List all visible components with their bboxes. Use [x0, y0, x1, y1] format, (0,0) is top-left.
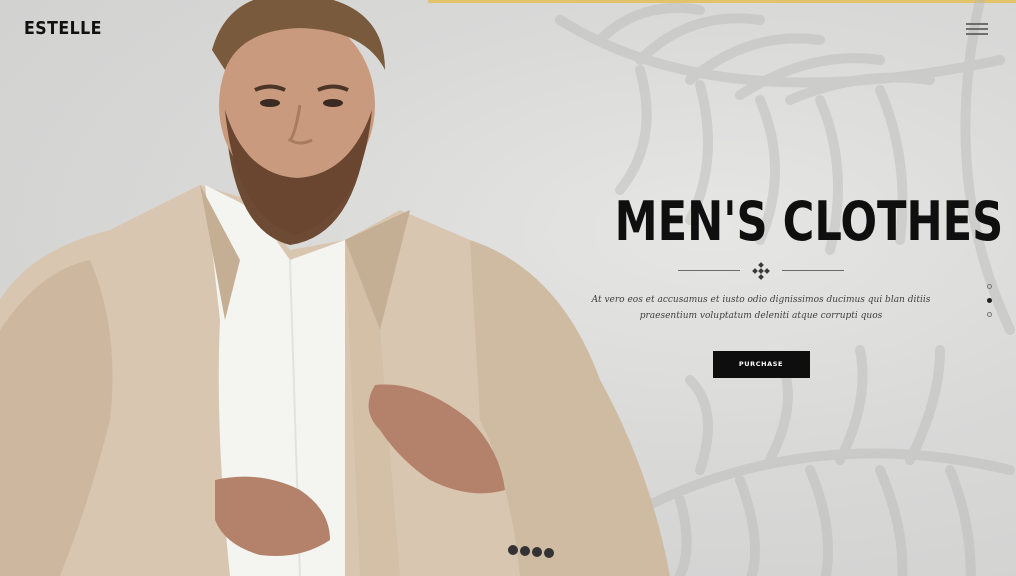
slide-dot-3[interactable]: [987, 312, 992, 317]
hero-description: At vero eos et accusamus et iusto odio d…: [591, 295, 931, 321]
hero-heading: MEN'S CLOTHES: [614, 190, 1004, 253]
slide-dot-2[interactable]: [987, 298, 992, 303]
diamond-ornament-icon: [752, 262, 770, 280]
hero-content: MEN'S CLOTHES At vero eos et accusamus e…: [578, 190, 1004, 378]
purchase-button[interactable]: PURCHASE: [712, 351, 810, 378]
hamburger-menu-icon[interactable]: [966, 23, 988, 37]
hero-section: ESTELLE MEN'S CLOTHES At vero eos et acc…: [0, 0, 1016, 576]
slider-pagination: [987, 284, 992, 326]
slide-dot-1[interactable]: [987, 284, 992, 289]
brand-logo[interactable]: ESTELLE: [24, 18, 102, 39]
divider-line-right: [782, 270, 844, 271]
heading-divider: [678, 262, 844, 280]
divider-line-left: [678, 270, 740, 271]
